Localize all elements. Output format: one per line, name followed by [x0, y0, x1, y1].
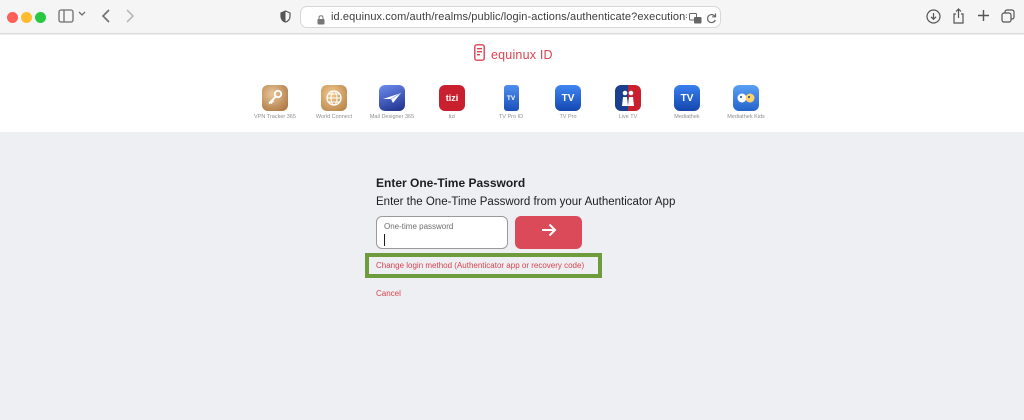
- browser-toolbar: id.equinux.com/auth/realms/public/login-…: [0, 0, 1024, 34]
- url-text: id.equinux.com/auth/realms/public/login-…: [331, 11, 687, 23]
- chevron-down-icon[interactable]: [78, 11, 86, 17]
- globe-icon: [321, 85, 347, 111]
- back-arrow-icon[interactable]: [101, 9, 111, 23]
- zoom-window-button[interactable]: [35, 12, 46, 23]
- phone-tv-icon: TV: [498, 85, 524, 111]
- change-login-method-link[interactable]: Change login method (Authenticator app o…: [376, 261, 584, 270]
- address-bar[interactable]: id.equinux.com/auth/realms/public/login-…: [300, 6, 721, 28]
- mediathek-icon: TV: [674, 85, 700, 111]
- cancel-link[interactable]: Cancel: [376, 289, 401, 298]
- equinux-id-logo-icon: [474, 44, 485, 66]
- key-icon: [262, 85, 288, 111]
- form-subtitle: Enter the One-Time Password from your Au…: [376, 196, 676, 208]
- kids-icon: [733, 85, 759, 111]
- tv-pro-icon: TV: [555, 85, 581, 111]
- live-tv-icon: [615, 85, 641, 111]
- lock-icon: [317, 12, 325, 30]
- app-mediathek[interactable]: TV Mediathek: [655, 85, 719, 120]
- form-title: Enter One-Time Password: [376, 176, 526, 190]
- otp-input[interactable]: One-time password: [376, 216, 508, 249]
- text-caret: [384, 234, 385, 246]
- app-tv-pro[interactable]: TV TV Pro: [536, 85, 600, 120]
- sidebar-toggle-icon[interactable]: [58, 9, 74, 23]
- app-world-connect[interactable]: World Connect: [302, 85, 366, 120]
- new-tab-icon[interactable]: [977, 9, 990, 22]
- app-strip: VPN Tracker 365 World Connect Mail Desig…: [0, 85, 1024, 125]
- app-tizi[interactable]: tizi tizi: [420, 85, 484, 120]
- translate-icon[interactable]: [689, 11, 702, 29]
- brand[interactable]: equinux ID: [474, 44, 553, 66]
- tab-overview-icon[interactable]: [1001, 9, 1015, 23]
- app-mail-designer[interactable]: Mail Designer 365: [360, 85, 424, 120]
- tizi-icon: tizi: [439, 85, 465, 111]
- app-mediathek-kids[interactable]: Mediathek Kids: [714, 85, 778, 120]
- arrow-right-icon: [541, 223, 557, 242]
- reload-icon[interactable]: [706, 11, 717, 29]
- app-tv-pro-id[interactable]: TV TV Pro ID: [479, 85, 543, 120]
- app-vpn-tracker[interactable]: VPN Tracker 365: [243, 85, 307, 120]
- share-icon[interactable]: [952, 8, 965, 24]
- otp-placeholder: One-time password: [384, 222, 454, 231]
- close-window-button[interactable]: [7, 12, 18, 23]
- minimize-window-button[interactable]: [21, 12, 32, 23]
- downloads-icon[interactable]: [926, 9, 941, 24]
- app-live-tv[interactable]: Live TV: [596, 85, 660, 120]
- privacy-shield-icon[interactable]: [280, 10, 291, 23]
- forward-arrow-icon[interactable]: [125, 9, 135, 23]
- submit-button[interactable]: [515, 216, 582, 249]
- brand-name: equinux ID: [491, 48, 553, 62]
- site-header: equinux ID VPN Tracker 365 World Connect…: [0, 35, 1024, 132]
- plane-icon: [379, 85, 405, 111]
